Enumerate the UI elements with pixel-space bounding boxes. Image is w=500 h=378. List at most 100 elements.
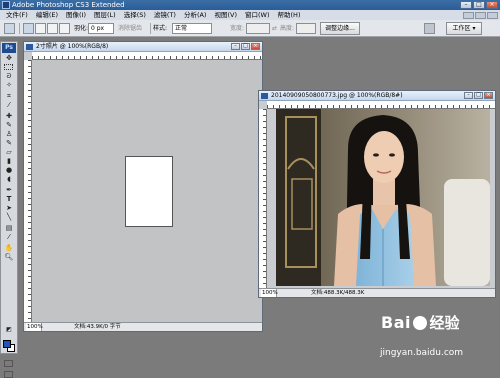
- doc-close-button[interactable]: ×: [251, 43, 260, 50]
- workspace-button[interactable]: 工作区 ▾: [446, 22, 482, 35]
- title-bar: Adobe Photoshop CS3 Extended – □ ×: [0, 0, 500, 10]
- path-selection-icon[interactable]: ➤: [4, 205, 14, 212]
- separator: [19, 23, 20, 34]
- paw-icon: [413, 316, 428, 330]
- marquee-icon[interactable]: [4, 64, 13, 70]
- type-icon[interactable]: T: [4, 196, 14, 203]
- menu-filter[interactable]: 滤镜(T): [150, 10, 180, 20]
- document-title: 20140909050800773.jpg @ 100%(RGB/8#): [271, 92, 403, 99]
- horizontal-ruler[interactable]: [32, 52, 262, 60]
- zoom-field[interactable]: 100%: [26, 323, 43, 331]
- tool-preset-picker[interactable]: [4, 23, 15, 34]
- quick-mask-icon[interactable]: [4, 360, 13, 367]
- vertical-ruler[interactable]: [24, 60, 32, 322]
- document-title-bar[interactable]: 20140909050800773.jpg @ 100%(RGB/8#) – □…: [259, 91, 495, 101]
- eraser-icon[interactable]: ▱: [4, 149, 14, 156]
- toolbox: Ps ✥ ᘐ ✧ ⌗ ⁄ ✚ ✎ ♙ ✎ ▱ ▮ ● ◖ ✒ T ➤ ╲ ▤ ⁄…: [0, 41, 18, 378]
- document-title-bar[interactable]: 2寸照片 @ 100%(RGB/8) – □ ×: [24, 42, 262, 52]
- document-title: 2寸照片 @ 100%(RGB/8): [36, 43, 109, 50]
- separator: [150, 23, 151, 34]
- doc-maximize-button[interactable]: □: [474, 92, 483, 99]
- gradient-icon[interactable]: ▮: [4, 158, 14, 165]
- portrait-photo-illustration: [276, 109, 490, 286]
- document-status-bar: 100% 文档:488.3K/488.3K: [259, 288, 495, 297]
- document-controls: – □ ×: [464, 92, 493, 99]
- canvas-document[interactable]: [125, 156, 173, 227]
- antialias-checkbox-label[interactable]: 消除锯齿: [118, 23, 142, 34]
- eyedropper-icon[interactable]: ⁄: [4, 102, 14, 109]
- app-title: Adobe Photoshop CS3 Extended: [12, 1, 125, 9]
- add-selection-icon[interactable]: [35, 23, 46, 34]
- style-select[interactable]: 正常: [172, 23, 212, 34]
- height-input[interactable]: [296, 23, 316, 34]
- menu-view[interactable]: 视图(V): [210, 10, 241, 20]
- document-icon: [261, 93, 268, 99]
- menu-bar: 文件(F) 编辑(E) 图像(I) 图层(L) 选择(S) 滤镜(T) 分析(A…: [0, 10, 500, 20]
- photo-image: [276, 109, 490, 286]
- maximize-button[interactable]: □: [473, 1, 485, 9]
- menu-restore-button[interactable]: [475, 11, 486, 19]
- shape-icon[interactable]: ╲: [4, 214, 14, 221]
- minimize-button[interactable]: –: [460, 1, 472, 9]
- hand-icon[interactable]: ✋: [4, 245, 14, 252]
- subtract-selection-icon[interactable]: [47, 23, 58, 34]
- doc-minimize-button[interactable]: –: [464, 92, 473, 99]
- history-brush-icon[interactable]: ✎: [4, 140, 14, 147]
- zoom-icon[interactable]: 🔍︎: [4, 254, 14, 261]
- screen-mode-icon[interactable]: [4, 371, 13, 378]
- new-selection-icon[interactable]: [23, 23, 34, 34]
- height-label: 高度:: [280, 25, 295, 32]
- dodge-icon[interactable]: ◖: [4, 176, 14, 183]
- clone-stamp-icon[interactable]: ♙: [4, 131, 14, 138]
- zoom-field[interactable]: 100%: [261, 289, 278, 297]
- width-input[interactable]: [246, 23, 270, 34]
- menu-edit[interactable]: 编辑(E): [32, 10, 62, 20]
- ps-logo: Ps: [2, 43, 16, 53]
- foreground-color-swatch[interactable]: [3, 340, 11, 348]
- options-bar: 羽化: 0 px 消除锯齿 样式: 正常 宽度: ⇄ 高度: 调整边缘... 工…: [0, 20, 500, 37]
- feather-input[interactable]: 0 px: [88, 23, 114, 34]
- menu-layer[interactable]: 图层(L): [90, 10, 120, 20]
- horizontal-ruler[interactable]: [267, 101, 495, 109]
- eyedropper-2-icon[interactable]: ⁄: [4, 234, 14, 241]
- notes-icon[interactable]: ▤: [4, 225, 14, 232]
- doc-minimize-button[interactable]: –: [231, 43, 240, 50]
- menu-window-controls: [463, 11, 500, 19]
- document-info[interactable]: 文档:43.9K/0 字节: [74, 323, 121, 331]
- menu-analysis[interactable]: 分析(A): [180, 10, 211, 20]
- vertical-ruler[interactable]: [259, 109, 267, 288]
- doc-close-button[interactable]: ×: [484, 92, 493, 99]
- blur-icon[interactable]: ●: [4, 167, 14, 174]
- document-icon: [26, 44, 33, 50]
- watermark-brand-prefix: Bai: [381, 313, 411, 332]
- close-button[interactable]: ×: [486, 1, 498, 9]
- menu-window[interactable]: 窗口(W): [241, 10, 274, 20]
- menu-help[interactable]: 帮助(H): [274, 10, 305, 20]
- doc-maximize-button[interactable]: □: [241, 43, 250, 50]
- default-colors-icon[interactable]: ◩: [4, 326, 14, 333]
- document-info[interactable]: 文档:488.3K/488.3K: [311, 289, 364, 297]
- palette-well-icon[interactable]: [424, 23, 435, 34]
- window-controls: – □ ×: [460, 1, 498, 9]
- healing-brush-icon[interactable]: ✚: [4, 113, 14, 120]
- menu-close-button[interactable]: [487, 11, 498, 19]
- crop-icon[interactable]: ⌗: [4, 93, 14, 100]
- style-label: 样式:: [153, 25, 168, 32]
- magic-wand-icon[interactable]: ✧: [4, 82, 14, 89]
- menu-select[interactable]: 选择(S): [120, 10, 150, 20]
- document-window-passport[interactable]: 2寸照片 @ 100%(RGB/8) – □ × 100% 文档:43.9K/0…: [23, 41, 263, 332]
- watermark-url: jingyan.baidu.com: [380, 348, 464, 358]
- move-icon[interactable]: ✥: [4, 55, 14, 62]
- menu-file[interactable]: 文件(F): [2, 10, 32, 20]
- swap-icon[interactable]: ⇄: [272, 23, 277, 34]
- feather-label: 羽化:: [74, 25, 89, 32]
- menu-image[interactable]: 图像(I): [62, 10, 90, 20]
- pen-icon[interactable]: ✒: [4, 187, 14, 194]
- menu-minimize-button[interactable]: [463, 11, 474, 19]
- intersect-selection-icon[interactable]: [59, 23, 70, 34]
- refine-edge-button[interactable]: 调整边缘...: [320, 22, 360, 35]
- document-controls: – □ ×: [231, 43, 260, 50]
- lasso-icon[interactable]: ᘐ: [4, 73, 14, 80]
- photoshop-icon: [2, 1, 10, 9]
- brush-icon[interactable]: ✎: [4, 122, 14, 129]
